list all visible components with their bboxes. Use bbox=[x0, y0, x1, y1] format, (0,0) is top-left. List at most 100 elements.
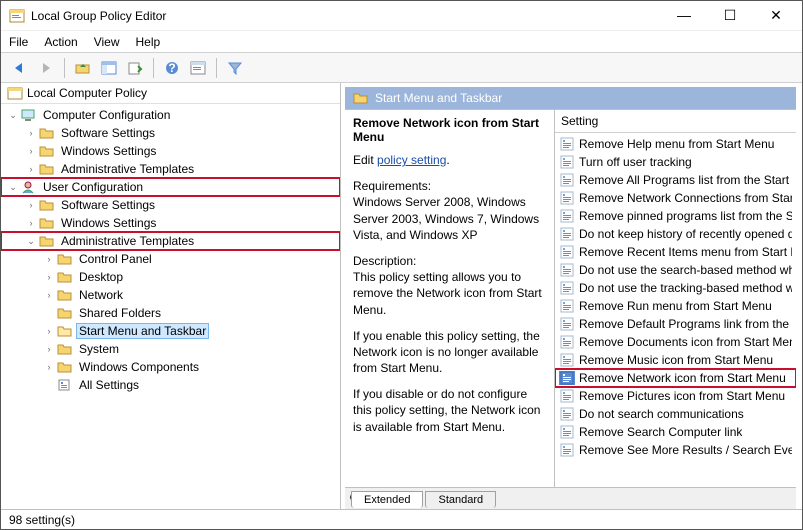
requirements-label: Requirements: bbox=[353, 179, 431, 193]
maximize-button[interactable]: ☐ bbox=[716, 7, 744, 24]
expand-icon[interactable]: › bbox=[25, 217, 37, 229]
folder-icon bbox=[57, 306, 73, 320]
titlebar: Local Group Policy Editor — ☐ ✕ bbox=[1, 1, 802, 31]
tree-item-computer-configuration[interactable]: ⌄ Computer Configuration bbox=[1, 106, 340, 124]
menu-help[interactable]: Help bbox=[136, 35, 161, 49]
tree-root-label[interactable]: Local Computer Policy bbox=[27, 86, 147, 100]
setting-label: Remove Run menu from Start Menu bbox=[579, 299, 772, 313]
setting-row[interactable]: Remove Search Computer link bbox=[555, 423, 796, 441]
column-header-setting[interactable]: Setting bbox=[555, 110, 796, 133]
computer-icon bbox=[21, 108, 37, 122]
expand-icon[interactable]: › bbox=[25, 163, 37, 175]
policy-icon bbox=[559, 209, 575, 223]
filter-button[interactable] bbox=[224, 57, 246, 79]
setting-label: Remove Default Programs link from the St… bbox=[579, 317, 792, 331]
setting-label: Turn off user tracking bbox=[579, 155, 692, 169]
tree-item-admin-templates[interactable]: ⌄Administrative Templates bbox=[1, 232, 340, 250]
setting-row[interactable]: Remove Default Programs link from the St… bbox=[555, 315, 796, 333]
tree-item-system[interactable]: ›System bbox=[1, 340, 340, 358]
tree-item-start-menu-taskbar[interactable]: ›Start Menu and Taskbar bbox=[1, 322, 340, 340]
expand-icon[interactable]: › bbox=[43, 271, 55, 283]
setting-row[interactable]: Do not search communications bbox=[555, 405, 796, 423]
policy-title: Remove Network icon from Start Menu bbox=[353, 116, 546, 144]
properties-button[interactable] bbox=[187, 57, 209, 79]
expand-icon[interactable]: › bbox=[25, 199, 37, 211]
expand-icon[interactable]: › bbox=[43, 343, 55, 355]
folder-icon bbox=[57, 360, 73, 374]
minimize-button[interactable]: — bbox=[670, 7, 698, 24]
folder-icon bbox=[39, 162, 55, 176]
setting-label: Do not use the tracking-based method whe bbox=[579, 281, 792, 295]
expand-icon[interactable]: ⌄ bbox=[7, 109, 19, 121]
setting-label: Remove Music icon from Start Menu bbox=[579, 353, 773, 367]
show-hide-tree-button[interactable] bbox=[98, 57, 120, 79]
setting-row[interactable]: Remove All Programs list from the Start … bbox=[555, 171, 796, 189]
setting-row[interactable]: Remove See More Results / Search Everywh bbox=[555, 441, 796, 459]
menu-view[interactable]: View bbox=[94, 35, 120, 49]
details-pane: Start Menu and Taskbar Remove Network ic… bbox=[341, 83, 802, 509]
tree[interactable]: ⌄ Computer Configuration ›Software Setti… bbox=[1, 104, 340, 509]
export-list-button[interactable] bbox=[124, 57, 146, 79]
expand-icon[interactable]: › bbox=[43, 361, 55, 373]
expand-icon[interactable]: › bbox=[43, 289, 55, 301]
tree-item-control-panel[interactable]: ›Control Panel bbox=[1, 250, 340, 268]
forward-button[interactable] bbox=[35, 57, 57, 79]
setting-row[interactable]: Remove Pictures icon from Start Menu bbox=[555, 387, 796, 405]
details-header: Start Menu and Taskbar bbox=[345, 87, 796, 109]
tree-item-network[interactable]: ›Network bbox=[1, 286, 340, 304]
expand-icon[interactable]: ⌄ bbox=[25, 235, 37, 247]
tree-item-all-settings[interactable]: All Settings bbox=[1, 376, 340, 394]
setting-row[interactable]: Do not use the search-based method when bbox=[555, 261, 796, 279]
setting-row[interactable]: Remove Help menu from Start Menu bbox=[555, 135, 796, 153]
tree-item-shared-folders[interactable]: Shared Folders bbox=[1, 304, 340, 322]
back-button[interactable] bbox=[9, 57, 31, 79]
folder-icon bbox=[57, 288, 73, 302]
setting-label: Remove Network icon from Start Menu bbox=[579, 371, 786, 385]
tab-standard[interactable]: Standard bbox=[425, 491, 496, 508]
help-button[interactable]: ? bbox=[161, 57, 183, 79]
tree-item-windows-settings[interactable]: ›Windows Settings bbox=[1, 214, 340, 232]
tree-item-windows-settings[interactable]: ›Windows Settings bbox=[1, 142, 340, 160]
tree-item-windows-components[interactable]: ›Windows Components bbox=[1, 358, 340, 376]
expand-icon[interactable]: › bbox=[25, 145, 37, 157]
folder-icon bbox=[39, 216, 55, 230]
setting-row[interactable]: Do not use the tracking-based method whe bbox=[555, 279, 796, 297]
setting-row[interactable]: Remove Network icon from Start Menu bbox=[555, 369, 796, 387]
status-text: 98 setting(s) bbox=[9, 513, 75, 527]
setting-label: Remove Search Computer link bbox=[579, 425, 742, 439]
setting-row[interactable]: Remove Music icon from Start Menu bbox=[555, 351, 796, 369]
description-column: Remove Network icon from Start Menu Edit… bbox=[345, 110, 555, 487]
tree-item-software-settings[interactable]: ›Software Settings bbox=[1, 124, 340, 142]
up-folder-button[interactable] bbox=[72, 57, 94, 79]
setting-row[interactable]: Do not keep history of recently opened d… bbox=[555, 225, 796, 243]
edit-policy-link[interactable]: policy setting bbox=[377, 153, 446, 167]
folder-icon bbox=[39, 198, 55, 212]
policy-icon bbox=[559, 299, 575, 313]
tree-item-admin-templates[interactable]: ›Administrative Templates bbox=[1, 160, 340, 178]
setting-row[interactable]: Turn off user tracking bbox=[555, 153, 796, 171]
tab-extended[interactable]: Extended bbox=[351, 491, 423, 508]
menu-file[interactable]: File bbox=[9, 35, 28, 49]
folder-icon bbox=[57, 252, 73, 266]
tree-item-desktop[interactable]: ›Desktop bbox=[1, 268, 340, 286]
menu-action[interactable]: Action bbox=[44, 35, 77, 49]
policy-icon bbox=[559, 191, 575, 205]
setting-row[interactable]: Remove Run menu from Start Menu bbox=[555, 297, 796, 315]
toolbar-separator bbox=[216, 58, 217, 78]
expand-icon[interactable]: › bbox=[25, 127, 37, 139]
policy-icon bbox=[559, 245, 575, 259]
expand-icon[interactable]: › bbox=[43, 253, 55, 265]
app-icon bbox=[9, 8, 25, 24]
setting-row[interactable]: Remove Recent Items menu from Start Men bbox=[555, 243, 796, 261]
setting-row[interactable]: Remove Network Connections from Start M bbox=[555, 189, 796, 207]
expand-icon[interactable]: ⌄ bbox=[7, 181, 19, 193]
setting-row[interactable]: Remove Documents icon from Start Menu bbox=[555, 333, 796, 351]
setting-label: Remove Recent Items menu from Start Men bbox=[579, 245, 792, 259]
setting-row[interactable]: Remove pinned programs list from the Sta… bbox=[555, 207, 796, 225]
setting-label: Remove Pictures icon from Start Menu bbox=[579, 389, 785, 403]
close-button[interactable]: ✕ bbox=[762, 7, 790, 24]
expand-icon[interactable]: › bbox=[43, 325, 55, 337]
tree-item-software-settings[interactable]: ›Software Settings bbox=[1, 196, 340, 214]
tree-item-user-configuration[interactable]: ⌄ User Configuration bbox=[1, 178, 340, 196]
requirements-text: Windows Server 2008, Windows Server 2003… bbox=[353, 195, 539, 241]
